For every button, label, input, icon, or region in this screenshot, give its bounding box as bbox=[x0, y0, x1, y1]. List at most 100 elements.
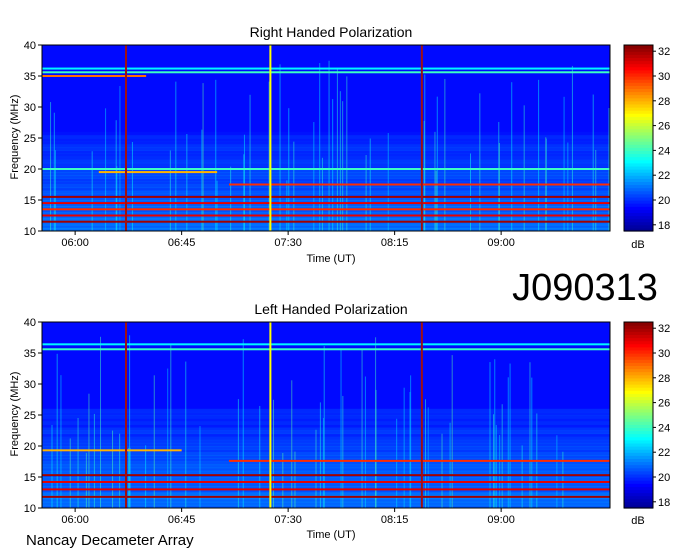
noise-streak bbox=[451, 355, 453, 508]
noise-row bbox=[42, 442, 610, 447]
y-tick-label: 25 bbox=[24, 410, 36, 422]
noise-streak bbox=[494, 359, 496, 508]
noise-row bbox=[42, 178, 610, 182]
x-axis-ticks: 06:00 06:45 07:30 08:15 09:00 bbox=[61, 508, 515, 526]
noise-streak bbox=[342, 395, 344, 508]
noise-streak bbox=[286, 180, 288, 231]
noise-row bbox=[42, 464, 610, 469]
noise-row bbox=[42, 461, 610, 466]
colorbar-tick-label: 22 bbox=[658, 170, 670, 182]
colorbar-tick-label: 24 bbox=[658, 422, 670, 434]
x-tick-label: 06:45 bbox=[168, 514, 196, 526]
noise-row bbox=[42, 175, 610, 179]
colorbar: 18 20 22 24 26 28 30 32 bbox=[623, 321, 670, 509]
noise-streak bbox=[293, 141, 295, 231]
colorbar-tick-label: 30 bbox=[658, 71, 670, 83]
noise-streak bbox=[479, 93, 481, 231]
y-axis-label: Frequency (MHz) bbox=[9, 95, 21, 180]
noise-streak bbox=[498, 142, 500, 231]
y-tick-label: 20 bbox=[24, 441, 36, 453]
vertical-artifact bbox=[125, 322, 128, 508]
y-tick-label: 10 bbox=[24, 226, 36, 238]
interference-band bbox=[42, 195, 610, 198]
noise-row bbox=[42, 498, 610, 503]
noise-row bbox=[42, 433, 610, 438]
y-tick-label: 15 bbox=[24, 195, 36, 207]
interference-band bbox=[42, 75, 147, 77]
interference-band bbox=[42, 449, 182, 452]
vertical-artifact bbox=[420, 45, 423, 231]
interference-band bbox=[42, 480, 610, 483]
noise-streak bbox=[436, 96, 438, 231]
noise-row bbox=[42, 190, 610, 195]
interference-band bbox=[42, 488, 610, 491]
colorbar-tick-label: 26 bbox=[658, 121, 670, 133]
noise-row bbox=[42, 421, 610, 425]
spectrogram-heatmap bbox=[41, 321, 611, 509]
noise-streak bbox=[529, 362, 531, 508]
noise-streak bbox=[340, 348, 342, 508]
colorbar-tick-label: 24 bbox=[658, 145, 670, 157]
interference-band bbox=[42, 214, 610, 217]
vertical-artifact bbox=[125, 45, 128, 231]
noise-streak bbox=[592, 94, 594, 231]
noise-streak bbox=[423, 120, 425, 231]
x-tick-label: 08:15 bbox=[381, 514, 409, 526]
x-axis-label: Time (UT) bbox=[306, 253, 355, 265]
noise-streak bbox=[365, 154, 367, 231]
colorbar-tick-label: 28 bbox=[658, 373, 670, 385]
interference-band bbox=[42, 348, 610, 351]
colorbar-tick-label: 30 bbox=[658, 348, 670, 360]
noise-streak bbox=[54, 150, 56, 231]
y-tick-label: 40 bbox=[24, 40, 36, 52]
colorbar-segment bbox=[624, 322, 653, 326]
colorbar-tick-label: 32 bbox=[658, 46, 670, 58]
y-tick-label: 20 bbox=[24, 164, 36, 176]
noise-row bbox=[42, 156, 610, 161]
noise-streak bbox=[199, 426, 201, 508]
colorbar-tick-label: 28 bbox=[658, 96, 670, 108]
y-axis-label: Frequency (MHz) bbox=[9, 372, 21, 457]
noise-row bbox=[42, 153, 610, 158]
colorbar-tick-label: 22 bbox=[658, 447, 670, 459]
noise-row bbox=[42, 427, 610, 431]
noise-row bbox=[42, 452, 610, 456]
interference-band bbox=[228, 183, 610, 186]
noise-row bbox=[42, 224, 610, 229]
colorbar-tick-label: 20 bbox=[658, 472, 670, 484]
interference-band bbox=[98, 171, 218, 174]
interference-band bbox=[42, 220, 610, 223]
noise-streak bbox=[425, 399, 427, 508]
noise-row bbox=[42, 134, 610, 139]
colorbar-tick-label: 18 bbox=[658, 497, 670, 509]
y-tick-label: 35 bbox=[24, 71, 36, 83]
noise-row bbox=[42, 446, 610, 450]
x-axis-label: Time (UT) bbox=[306, 529, 355, 541]
x-tick-label: 08:15 bbox=[381, 237, 409, 249]
noise-row bbox=[42, 159, 610, 164]
y-tick-label: 30 bbox=[24, 379, 36, 391]
spectrogram-heatmap bbox=[41, 44, 611, 232]
noise-streak bbox=[509, 363, 511, 508]
noise-row bbox=[42, 415, 610, 419]
colorbar-tick-label: 26 bbox=[658, 398, 670, 410]
noise-streak bbox=[328, 60, 330, 231]
noise-streak bbox=[131, 141, 133, 231]
noise-streak bbox=[323, 346, 325, 508]
noise-streak bbox=[571, 65, 573, 231]
colorbar-segment bbox=[624, 45, 653, 49]
vertical-artifact bbox=[269, 45, 272, 231]
noise-streak bbox=[145, 445, 147, 508]
noise-streak bbox=[93, 413, 95, 508]
spectrogram-figure: Right Handed Polarization Frequency (MHz… bbox=[9, 24, 670, 549]
noise-row bbox=[42, 430, 610, 435]
noise-streak bbox=[521, 445, 523, 508]
interference-band bbox=[42, 71, 610, 74]
chart-title: Right Handed Polarization bbox=[250, 24, 413, 40]
noise-streak bbox=[567, 142, 569, 231]
x-tick-label: 09:00 bbox=[487, 237, 515, 249]
x-tick-label: 09:00 bbox=[487, 514, 515, 526]
noise-streak bbox=[237, 399, 239, 508]
noise-streak bbox=[56, 353, 58, 508]
interference-band bbox=[42, 474, 610, 477]
